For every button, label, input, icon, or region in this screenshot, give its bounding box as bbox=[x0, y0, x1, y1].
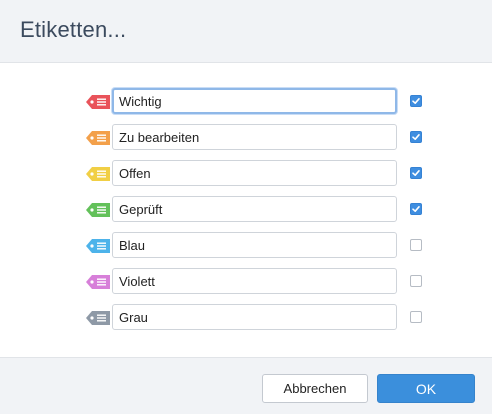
ok-button[interactable]: OK bbox=[377, 374, 475, 403]
checkbox-checked[interactable] bbox=[410, 95, 422, 107]
label-name-input[interactable] bbox=[112, 196, 397, 222]
tag-icon bbox=[86, 239, 110, 253]
checkbox-checked[interactable] bbox=[410, 131, 422, 143]
label-row bbox=[0, 196, 492, 224]
label-name-input[interactable] bbox=[112, 304, 397, 330]
tag-icon bbox=[86, 203, 110, 217]
dialog-header: Etiketten... bbox=[0, 0, 492, 63]
checkbox-checked[interactable] bbox=[410, 167, 422, 179]
cancel-button[interactable]: Abbrechen bbox=[262, 374, 368, 403]
checkbox-unchecked[interactable] bbox=[410, 275, 422, 287]
label-row bbox=[0, 268, 492, 296]
label-name-input[interactable] bbox=[112, 232, 397, 258]
label-name-input[interactable] bbox=[112, 124, 397, 150]
tag-icon bbox=[86, 275, 110, 289]
label-row bbox=[0, 304, 492, 332]
label-row bbox=[0, 232, 492, 260]
dialog-footer: Abbrechen OK bbox=[0, 357, 492, 414]
tag-icon bbox=[86, 311, 110, 325]
label-name-input[interactable] bbox=[112, 160, 397, 186]
tag-icon bbox=[86, 95, 110, 109]
tag-icon bbox=[86, 131, 110, 145]
tag-icon bbox=[86, 167, 110, 181]
checkbox-unchecked[interactable] bbox=[410, 239, 422, 251]
label-row bbox=[0, 124, 492, 152]
dialog-title: Etiketten... bbox=[20, 17, 127, 42]
label-row bbox=[0, 160, 492, 188]
checkbox-checked[interactable] bbox=[410, 203, 422, 215]
labels-dialog: Etiketten... Abbrechen OK bbox=[0, 0, 492, 414]
label-name-input[interactable] bbox=[112, 88, 397, 114]
label-row bbox=[0, 88, 492, 116]
label-name-input[interactable] bbox=[112, 268, 397, 294]
checkbox-unchecked[interactable] bbox=[410, 311, 422, 323]
